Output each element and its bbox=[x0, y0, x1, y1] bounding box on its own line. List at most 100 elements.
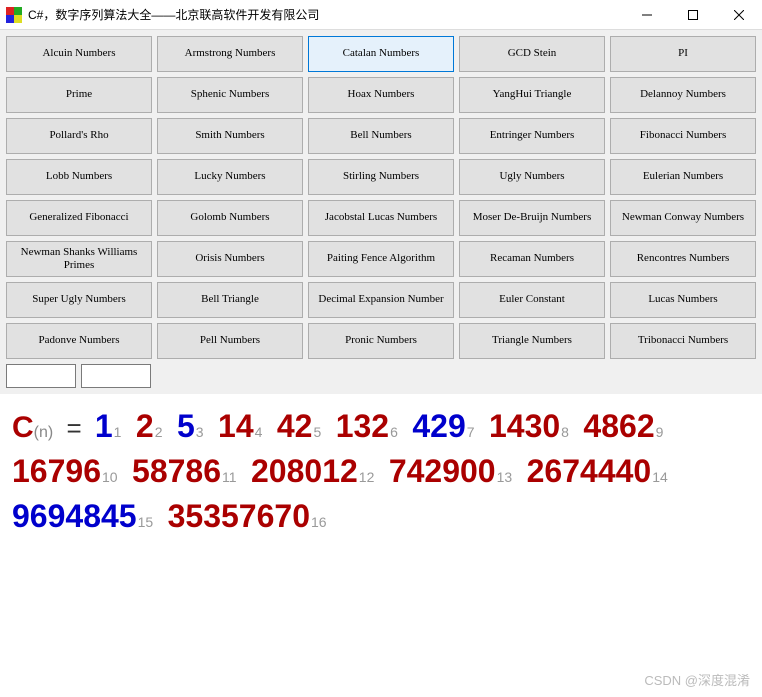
algo-button-lucky-numbers[interactable]: Lucky Numbers bbox=[157, 159, 303, 195]
algo-button-newman-shanks-williams-primes[interactable]: Newman Shanks Williams Primes bbox=[6, 241, 152, 277]
algo-button-newman-conway-numbers[interactable]: Newman Conway Numbers bbox=[610, 200, 756, 236]
algo-button-delannoy-numbers[interactable]: Delannoy Numbers bbox=[610, 77, 756, 113]
algo-button-armstrong-numbers[interactable]: Armstrong Numbers bbox=[157, 36, 303, 72]
algo-button-label: Lucky Numbers bbox=[194, 170, 265, 183]
param-input-2[interactable] bbox=[81, 364, 151, 388]
sequence-value: 4862 bbox=[583, 408, 654, 444]
sequence-value: 5 bbox=[177, 408, 195, 444]
algo-button-label: Eulerian Numbers bbox=[643, 170, 723, 183]
sequence-index: 9 bbox=[656, 424, 664, 440]
close-button[interactable] bbox=[716, 0, 762, 29]
algo-button-golomb-numbers[interactable]: Golomb Numbers bbox=[157, 200, 303, 236]
algo-button-eulerian-numbers[interactable]: Eulerian Numbers bbox=[610, 159, 756, 195]
algo-button-label: Pollard's Rho bbox=[49, 129, 108, 142]
sequence-index: 10 bbox=[102, 469, 118, 485]
algo-button-moser-de-bruijn-numbers[interactable]: Moser De-Bruijn Numbers bbox=[459, 200, 605, 236]
algo-button-label: Recaman Numbers bbox=[490, 252, 574, 265]
algo-button-fibonacci-numbers[interactable]: Fibonacci Numbers bbox=[610, 118, 756, 154]
algo-button-hoax-numbers[interactable]: Hoax Numbers bbox=[308, 77, 454, 113]
algo-button-lucas-numbers[interactable]: Lucas Numbers bbox=[610, 282, 756, 318]
sequence-index: 7 bbox=[467, 424, 475, 440]
algo-button-label: Bell Triangle bbox=[201, 293, 259, 306]
algo-button-label: YangHui Triangle bbox=[493, 88, 572, 101]
algo-button-euler-constant[interactable]: Euler Constant bbox=[459, 282, 605, 318]
algo-button-label: Pell Numbers bbox=[200, 334, 260, 347]
sequence-value: 1 bbox=[95, 408, 113, 444]
algo-button-label: Moser De-Bruijn Numbers bbox=[473, 211, 592, 224]
algo-button-ugly-numbers[interactable]: Ugly Numbers bbox=[459, 159, 605, 195]
minimize-button[interactable] bbox=[624, 0, 670, 29]
algo-button-bell-numbers[interactable]: Bell Numbers bbox=[308, 118, 454, 154]
algo-button-entringer-numbers[interactable]: Entringer Numbers bbox=[459, 118, 605, 154]
sequence-value: 42 bbox=[277, 408, 313, 444]
algo-button-lobb-numbers[interactable]: Lobb Numbers bbox=[6, 159, 152, 195]
sequence-index: 11 bbox=[222, 469, 237, 485]
algo-button-label: GCD Stein bbox=[508, 47, 557, 60]
algo-button-paiting-fence-algorithm[interactable]: Paiting Fence Algorithm bbox=[308, 241, 454, 277]
algo-button-label: Armstrong Numbers bbox=[185, 47, 276, 60]
algo-button-padonve-numbers[interactable]: Padonve Numbers bbox=[6, 323, 152, 359]
sequence-value: 1430 bbox=[489, 408, 560, 444]
algo-button-decimal-expansion-number[interactable]: Decimal Expansion Number bbox=[308, 282, 454, 318]
algo-button-pi[interactable]: PI bbox=[610, 36, 756, 72]
algo-button-label: Rencontres Numbers bbox=[637, 252, 730, 265]
algo-button-label: Alcuin Numbers bbox=[42, 47, 115, 60]
algo-button-recaman-numbers[interactable]: Recaman Numbers bbox=[459, 241, 605, 277]
algo-button-rencontres-numbers[interactable]: Rencontres Numbers bbox=[610, 241, 756, 277]
algo-button-label: Sphenic Numbers bbox=[191, 88, 270, 101]
algo-button-yanghui-triangle[interactable]: YangHui Triangle bbox=[459, 77, 605, 113]
algo-button-label: Ugly Numbers bbox=[499, 170, 564, 183]
algo-button-label: Triangle Numbers bbox=[492, 334, 572, 347]
maximize-button[interactable] bbox=[670, 0, 716, 29]
sequence-value: 35357670 bbox=[168, 498, 310, 534]
algo-button-prime[interactable]: Prime bbox=[6, 77, 152, 113]
algo-button-pronic-numbers[interactable]: Pronic Numbers bbox=[308, 323, 454, 359]
param-input-1[interactable] bbox=[6, 364, 76, 388]
algo-button-label: Fibonacci Numbers bbox=[640, 129, 726, 142]
sequence-index: 3 bbox=[196, 424, 204, 440]
algo-button-label: Hoax Numbers bbox=[348, 88, 415, 101]
titlebar: C#，数字序列算法大全——北京联高软件开发有限公司 bbox=[0, 0, 762, 30]
input-row bbox=[6, 364, 756, 388]
output-area: C(n) = 11 22 53 144 425 1326 4297 14308 … bbox=[0, 394, 762, 549]
sequence-prefix: C bbox=[12, 411, 34, 444]
sequence-value: 208012 bbox=[251, 453, 358, 489]
sequence-index: 2 bbox=[155, 424, 163, 440]
algo-button-gcd-stein[interactable]: GCD Stein bbox=[459, 36, 605, 72]
equals-sign: = bbox=[59, 413, 89, 443]
algo-button-bell-triangle[interactable]: Bell Triangle bbox=[157, 282, 303, 318]
algo-button-tribonacci-numbers[interactable]: Tribonacci Numbers bbox=[610, 323, 756, 359]
algo-button-orisis-numbers[interactable]: Orisis Numbers bbox=[157, 241, 303, 277]
sequence-index: 4 bbox=[255, 424, 263, 440]
algo-button-label: Golomb Numbers bbox=[190, 211, 269, 224]
window-title: C#，数字序列算法大全——北京联高软件开发有限公司 bbox=[28, 6, 624, 23]
sequence-value: 2 bbox=[136, 408, 154, 444]
sequence-index: 8 bbox=[561, 424, 569, 440]
app-icon bbox=[6, 7, 22, 23]
sequence-index: 15 bbox=[138, 514, 154, 530]
sequence-value: 742900 bbox=[389, 453, 496, 489]
sequence-prefix-sub: (n) bbox=[34, 424, 54, 441]
algo-button-catalan-numbers[interactable]: Catalan Numbers bbox=[308, 36, 454, 72]
algo-button-alcuin-numbers[interactable]: Alcuin Numbers bbox=[6, 36, 152, 72]
algo-button-pell-numbers[interactable]: Pell Numbers bbox=[157, 323, 303, 359]
algo-button-label: PI bbox=[678, 47, 688, 60]
algo-button-label: Lobb Numbers bbox=[46, 170, 112, 183]
algo-button-jacobstal-lucas-numbers[interactable]: Jacobstal Lucas Numbers bbox=[308, 200, 454, 236]
algo-button-label: Decimal Expansion Number bbox=[318, 293, 443, 306]
algo-button-sphenic-numbers[interactable]: Sphenic Numbers bbox=[157, 77, 303, 113]
client-area: Alcuin Numbers Armstrong Numbers Catalan N… bbox=[0, 30, 762, 394]
algo-button-super-ugly-numbers[interactable]: Super Ugly Numbers bbox=[6, 282, 152, 318]
window-controls bbox=[624, 0, 762, 29]
algo-button-label: Entringer Numbers bbox=[490, 129, 575, 142]
algo-button-triangle-numbers[interactable]: Triangle Numbers bbox=[459, 323, 605, 359]
algo-button-label: Newman Conway Numbers bbox=[622, 211, 744, 224]
algo-button-stirling-numbers[interactable]: Stirling Numbers bbox=[308, 159, 454, 195]
algo-button-label: Lucas Numbers bbox=[648, 293, 717, 306]
algo-button-generalized-fibonacci[interactable]: Generalized Fibonacci bbox=[6, 200, 152, 236]
algo-button-label: Paiting Fence Algorithm bbox=[327, 252, 435, 265]
algo-button-label: Prime bbox=[66, 88, 92, 101]
sequence-value: 132 bbox=[336, 408, 389, 444]
algo-button-pollard-s-rho[interactable]: Pollard's Rho bbox=[6, 118, 152, 154]
algo-button-smith-numbers[interactable]: Smith Numbers bbox=[157, 118, 303, 154]
